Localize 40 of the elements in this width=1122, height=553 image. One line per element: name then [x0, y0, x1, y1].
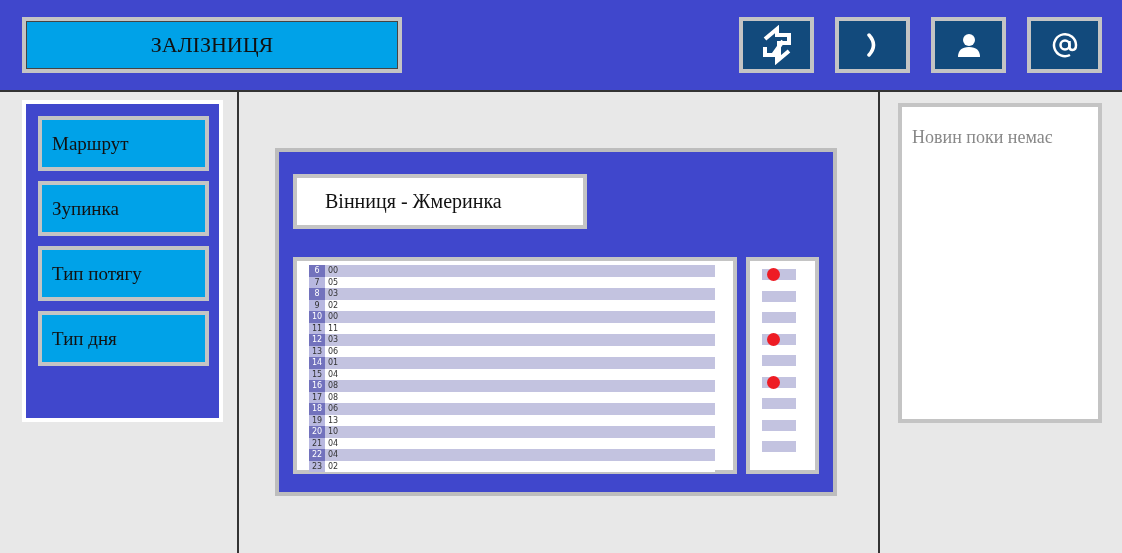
minute-cell: 00	[328, 311, 339, 323]
sidebar-button[interactable]: Маршрут	[38, 116, 209, 171]
minute-cell: 02	[328, 299, 339, 311]
hour-cell: 16	[309, 380, 325, 392]
user-button[interactable]	[931, 17, 1006, 73]
minute-cell: 03	[328, 334, 339, 346]
minute-cell: 05	[328, 276, 339, 288]
minute-cell: 08	[328, 380, 339, 392]
minute-cell: 02	[328, 460, 339, 472]
hour-cell: 8	[309, 288, 325, 300]
app-title: ЗАЛІЗНИЦЯ	[22, 17, 402, 73]
minute-cell: 06	[328, 403, 339, 415]
hour-cell: 20	[309, 426, 325, 438]
sidebar-button[interactable]: Тип дня	[38, 311, 209, 366]
hour-cell: 6	[309, 265, 325, 277]
news-text: Новин поки немає	[912, 127, 1053, 147]
minute-cell: 11	[328, 322, 339, 334]
sidebar-button[interactable]: Зупинка	[38, 181, 209, 236]
hour-cell: 18	[309, 403, 325, 415]
minute-cell: 10	[328, 426, 339, 438]
hour-cell: 12	[309, 334, 325, 346]
minute-cell: 06	[328, 345, 339, 357]
hour-cell: 10	[309, 311, 325, 323]
minute-cell: 00	[328, 265, 339, 277]
route-title: Вінниця - Жмеринка	[293, 174, 587, 229]
at-button[interactable]	[1027, 17, 1102, 73]
sidebar-button[interactable]: Тип потягу	[38, 246, 209, 301]
minute-cell: 01	[328, 357, 339, 369]
hour-cell: 14	[309, 357, 325, 369]
minute-cell: 13	[328, 414, 339, 426]
user-icon	[955, 32, 982, 58]
refresh-button[interactable]	[739, 17, 814, 73]
minute-cell: 03	[328, 288, 339, 300]
minute-cell: 04	[328, 368, 339, 380]
at-sign-icon	[1051, 32, 1078, 58]
hour-cell: 22	[309, 449, 325, 461]
minute-cell: 04	[328, 449, 339, 461]
minute-cell: 08	[328, 391, 339, 403]
phone-button[interactable]	[835, 17, 910, 73]
minute-cell: 04	[328, 437, 339, 449]
